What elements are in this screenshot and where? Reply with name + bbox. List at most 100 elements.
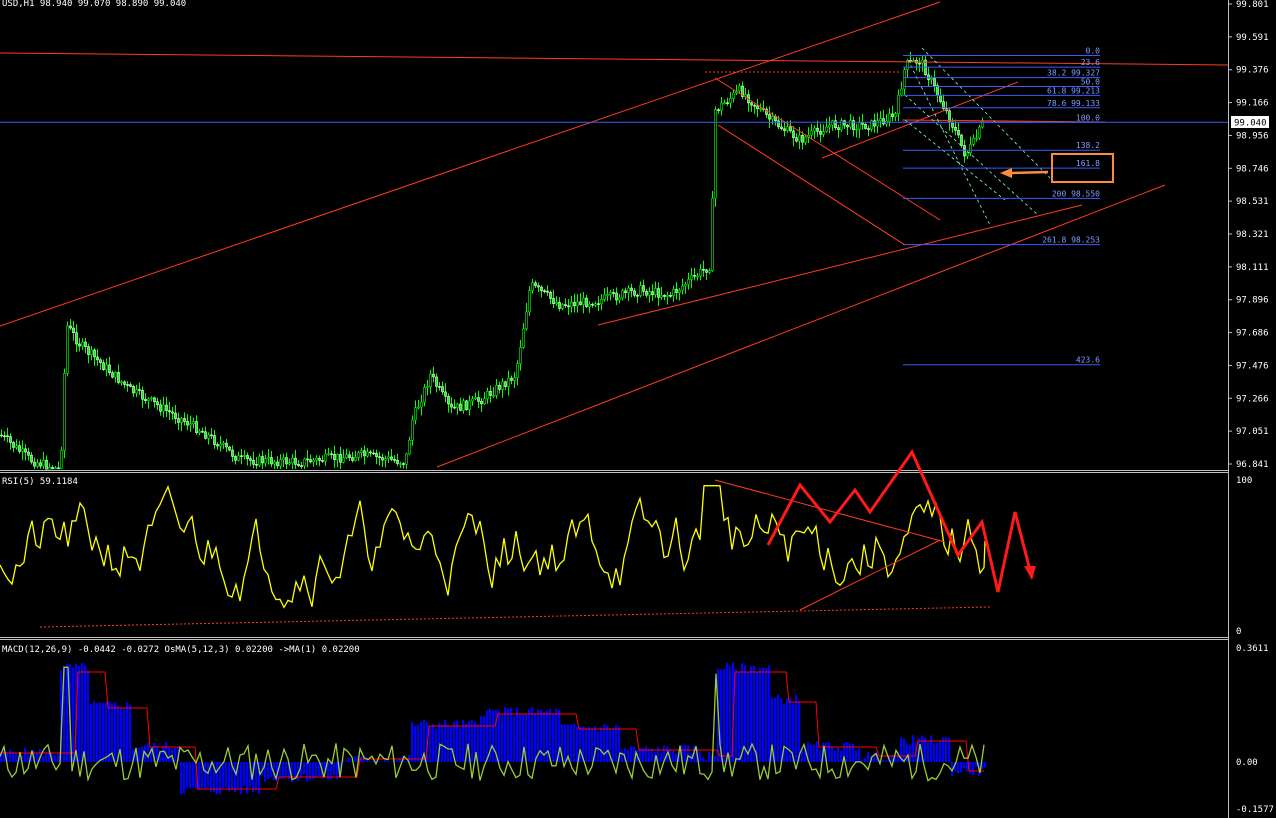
candle-body [846,124,849,128]
candle-body [417,406,420,409]
candle-body [708,270,711,273]
candle-body [660,294,663,298]
candle-body [0,434,3,437]
candle-body [666,294,669,297]
candle-body [249,458,252,461]
candle-body [381,457,384,461]
candle-body [450,403,453,408]
candle-body [975,137,978,140]
macd-hist-bar [108,701,111,762]
candle-body [657,288,660,298]
candle-body [459,403,462,411]
candle-body [651,291,654,295]
macd-hist-bar [675,753,678,762]
candle-body [543,290,546,293]
macd-hist-bar [354,756,357,762]
candle-body [756,105,759,110]
macd-hist-bar [540,709,543,762]
macd-hist-bar [162,745,165,762]
candle-body [792,130,795,138]
macd-hist-bar [207,762,210,788]
candle-body [789,126,792,132]
price-tick-label: 97.896 [1236,296,1269,306]
candle-body [309,459,312,463]
macd-hist-bar [510,708,513,762]
macd-hist-bar [939,740,942,762]
chart-canvas: 99.801 99.591 99.376 99.166 98.956 98.746 98.5… [0,0,1274,818]
candle-body [510,377,513,381]
candle-body [777,120,780,128]
macd-hist-bar [183,762,186,794]
macd-hist-bar [912,735,915,762]
rsi-pane[interactable] [0,448,1036,628]
macd-hist-bar [180,762,183,795]
price-tick-label: 98.531 [1236,197,1269,207]
macd-hist-bar [486,710,489,762]
candle-body [726,102,729,104]
price-pane[interactable]: 99.801 99.591 99.376 99.166 98.956 98.746 98.5… [0,0,1269,470]
candle-body [153,397,156,403]
candle-body [597,303,600,305]
macd-hist-bar [414,725,417,762]
candle-body [408,439,411,455]
candle-body [363,450,366,457]
macd-hist-bar [906,743,909,762]
candle-body [117,372,120,383]
price-tick-label: 97.476 [1236,361,1269,371]
fib-fan-line [904,94,1039,216]
macd-hist-bar [684,745,687,762]
macd-hist-bar [222,762,225,789]
candle-body [861,122,864,125]
candle-body [216,444,219,447]
candle-body [465,400,468,410]
candle-body [537,285,540,288]
candle-body [330,453,333,456]
candle-body [165,404,168,411]
candle-body [270,457,273,465]
candle-body [222,442,225,445]
candle-body [375,452,378,457]
candle-body [126,384,129,386]
candle-body [387,456,390,459]
candle-body [573,301,576,307]
candle-body [534,282,537,287]
candle-body [48,467,51,470]
macd-hist-bar [630,746,633,762]
candle-body [498,385,501,390]
macd-hist-bar [837,747,840,762]
candle-body [549,291,552,299]
macd-hist-bar [99,702,102,762]
macd-pane[interactable] [0,662,987,795]
macd-hist-bar [591,729,594,762]
candle-body [897,94,900,114]
price-header: USD,H1 98.940 99.070 98.890 99.040 [2,0,186,9]
macd-hist-bar [612,729,615,762]
macd-hist-bar [828,742,831,762]
macd-hist-bar [780,698,783,762]
candle-body [576,301,579,307]
candle-body [174,412,177,419]
trend-line [436,184,1166,468]
macd-hist-bar [777,694,780,762]
candle-body [837,127,840,130]
macd-hist-bar [42,756,45,762]
candle-body [849,120,852,128]
candle-body [96,356,99,361]
candle-body [399,463,402,465]
candle-body [603,294,606,300]
macd-hist-bar [255,762,258,791]
price-tick-label: 97.266 [1236,394,1269,404]
candle-body [567,305,570,308]
macd-hist-bar [192,762,195,788]
macd-hist-bar [765,668,768,762]
macd-hist-bar [96,703,99,762]
candle-body [879,118,882,122]
candle-body [129,384,132,387]
candle-body [714,109,717,199]
macd-hist-bar [420,721,423,762]
candle-body [162,404,165,412]
macd-hist-bar [36,752,39,762]
candle-body [336,454,339,461]
candle-body [156,401,159,406]
candle-body [303,458,306,467]
